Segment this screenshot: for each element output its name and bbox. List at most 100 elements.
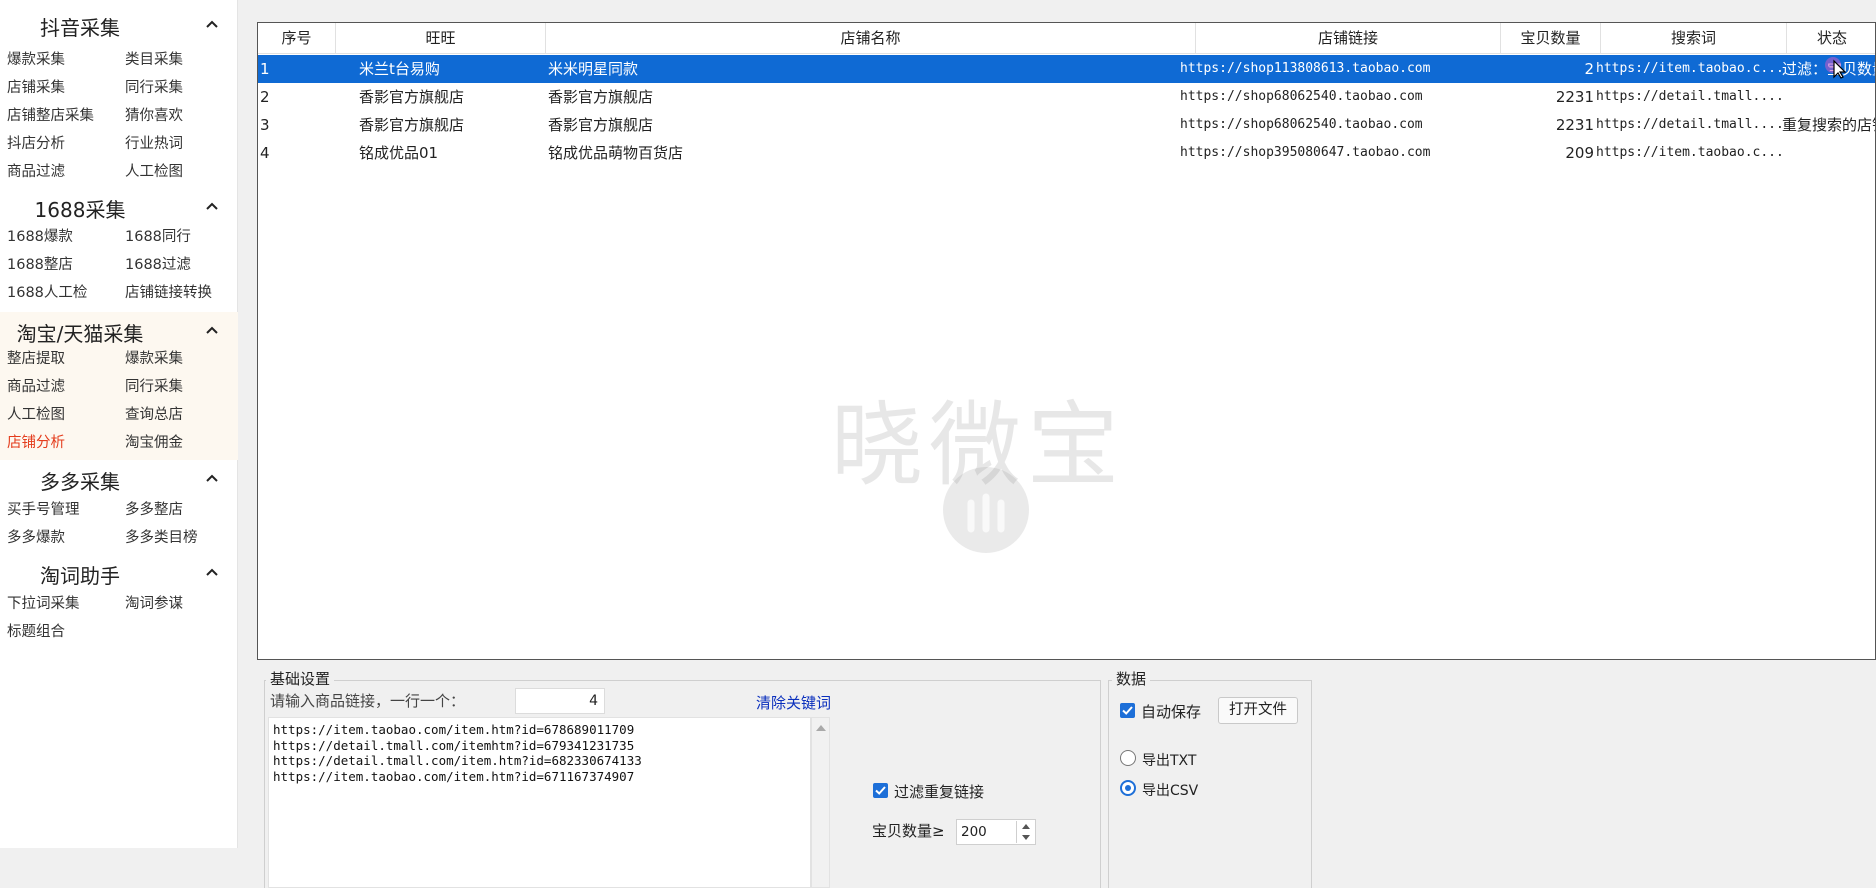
cell-count: 2231 [1555,88,1594,106]
cell-count: 209 [1565,144,1594,162]
chevron-up-icon[interactable] [204,198,220,214]
cell-count: 2 [1584,60,1594,78]
section-header[interactable]: 1688采集 [0,188,238,224]
section-header[interactable]: 淘词助手 [0,554,238,590]
sidebar-item[interactable]: 店铺整店采集 [7,103,94,129]
col-header-shop-link[interactable]: 店铺链接 [1196,23,1501,54]
table-row[interactable]: 2 香影官方旗舰店 香影官方旗舰店 https://shop68062540.t… [258,83,1875,111]
cell-count: 2231 [1555,116,1594,134]
cell-index: 2 [260,88,270,106]
table-row[interactable]: 4 铭成优品01 铭成优品萌物百货店 https://shop395080647… [258,139,1875,167]
section-title: 多多采集 [40,470,120,494]
sidebar-item[interactable]: 类目采集 [125,47,183,73]
results-table: 序号 旺旺 店铺名称 店铺链接 宝贝数量 搜索词 状态 1 米兰t台易购 米米明… [257,22,1876,660]
sidebar-section-taoci: 淘词助手 下拉词采集 淘词参谋 标题组合 [0,554,238,654]
clear-keywords-link[interactable]: 清除关键词 [756,692,831,713]
basic-settings-title: 基础设置 [266,668,335,689]
sidebar-item[interactable]: 多多爆款 [7,525,65,551]
cell-wangwang: 铭成优品01 [359,144,439,162]
cell-shop-link: https://shop113808613.taobao.com [1180,61,1431,76]
col-header-search[interactable]: 搜索词 [1601,23,1787,54]
cell-index: 4 [260,144,270,162]
sidebar-section-1688: 1688采集 1688爆款 1688同行 1688整店 1688过滤 1688人… [0,188,238,312]
col-header-shop-name[interactable]: 店铺名称 [546,23,1196,54]
sidebar-item[interactable]: 查询总店 [125,402,183,428]
stepper-down-icon[interactable] [1017,832,1035,843]
auto-save-checkbox[interactable] [1120,703,1135,718]
sidebar-item[interactable]: 淘宝佣金 [125,430,183,456]
sidebar-item[interactable]: 商品过滤 [7,374,65,400]
sidebar-item[interactable]: 买手号管理 [7,497,80,523]
sidebar-item[interactable]: 标题组合 [7,619,65,645]
sidebar-item[interactable]: 整店提取 [7,346,65,372]
chevron-up-icon[interactable] [204,322,220,338]
cell-status [1782,83,1875,111]
sidebar-item[interactable]: 人工检图 [7,402,65,428]
quantity-stepper[interactable] [1016,821,1034,843]
sidebar-item[interactable]: 爆款采集 [7,47,65,73]
filter-duplicate-checkbox[interactable] [873,783,888,798]
cell-status [1782,139,1875,167]
sidebar-item[interactable]: 多多整店 [125,497,183,523]
sidebar-item[interactable]: 下拉词采集 [7,591,80,617]
filter-duplicate-label[interactable]: 过滤重复链接 [894,781,984,802]
export-txt-radio[interactable] [1120,750,1136,766]
sidebar-item[interactable]: 猜你喜欢 [125,103,183,129]
scroll-up-arrow-icon[interactable] [815,723,827,733]
export-csv-label[interactable]: 导出CSV [1142,780,1198,800]
sidebar-section-pdd: 多多采集 买手号管理 多多整店 多多爆款 多多类目榜 [0,460,238,554]
sidebar-item[interactable]: 1688人工检 [7,280,87,306]
cell-shop-name: 香影官方旗舰店 [548,116,654,134]
app-window: 抖音采集 爆款采集 类目采集 店铺采集 同行采集 店铺整店采集 猜你喜欢 抖店分… [0,0,1876,888]
sidebar-item[interactable]: 1688整店 [7,252,73,278]
sidebar-item[interactable]: 1688过滤 [125,252,191,278]
watermark-logo-icon [943,467,1029,553]
chevron-up-icon[interactable] [204,470,220,486]
sidebar-item[interactable]: 1688爆款 [7,224,73,250]
section-header[interactable]: 多多采集 [0,460,238,496]
sidebar-item[interactable]: 店铺链接转换 [125,280,212,306]
auto-save-label[interactable]: 自动保存 [1141,701,1201,722]
col-header-wangwang[interactable]: 旺旺 [336,23,546,54]
table-row-selected[interactable]: 1 米兰t台易购 米米明星同款 https://shop113808613.ta… [258,55,1875,83]
link-count-field[interactable]: 4 [515,688,605,714]
mouse-cursor-icon [1825,57,1847,79]
col-header-status[interactable]: 状态 [1787,23,1875,54]
cell-shop-name: 香影官方旗舰店 [548,88,654,106]
sidebar-item[interactable]: 同行采集 [125,75,183,101]
section-title: 1688采集 [34,198,126,222]
cell-shop-link: https://shop68062540.taobao.com [1180,89,1423,104]
table-row[interactable]: 3 香影官方旗舰店 香影官方旗舰店 https://shop68062540.t… [258,111,1875,139]
sidebar-item[interactable]: 人工检图 [125,159,183,185]
sidebar-item[interactable]: 同行采集 [125,374,183,400]
col-header-count[interactable]: 宝贝数量 [1501,23,1601,54]
sidebar-item[interactable]: 店铺采集 [7,75,65,101]
sidebar-item[interactable]: 淘词参谋 [125,591,183,617]
cell-wangwang: 香影官方旗舰店 [359,116,465,134]
export-csv-radio[interactable] [1120,780,1136,796]
chevron-up-icon[interactable] [204,564,220,580]
section-title: 淘词助手 [40,564,120,588]
open-file-button[interactable]: 打开文件 [1218,697,1298,724]
link-line: https://item.taobao.com/item.htm?id=6786… [273,722,635,737]
cell-search: https://detail.tmall.... [1596,89,1782,104]
links-textarea[interactable]: https://item.taobao.com/item.htm?id=6786… [268,717,811,888]
section-header[interactable]: 淘宝/天猫采集 [0,312,238,348]
sidebar-item[interactable]: 抖店分析 [7,131,65,157]
watermark: 晓微宝 [798,371,1158,571]
sidebar: 抖音采集 爆款采集 类目采集 店铺采集 同行采集 店铺整店采集 猜你喜欢 抖店分… [0,0,238,848]
sidebar-item[interactable]: 爆款采集 [125,346,183,372]
sidebar-item[interactable]: 行业热词 [125,131,183,157]
sidebar-item[interactable]: 商品过滤 [7,159,65,185]
sidebar-item[interactable]: 1688同行 [125,224,191,250]
links-scrollbar[interactable] [811,717,830,888]
export-txt-label[interactable]: 导出TXT [1142,750,1196,770]
col-header-index[interactable]: 序号 [258,23,336,54]
sidebar-item[interactable]: 多多类目榜 [125,525,198,551]
checkmark-icon [1122,706,1133,715]
section-title: 抖音采集 [40,16,120,40]
stepper-up-icon[interactable] [1017,821,1035,832]
sidebar-item-current[interactable]: 店铺分析 [7,430,65,456]
section-header[interactable]: 抖音采集 [0,6,238,42]
chevron-up-icon[interactable] [204,16,220,32]
